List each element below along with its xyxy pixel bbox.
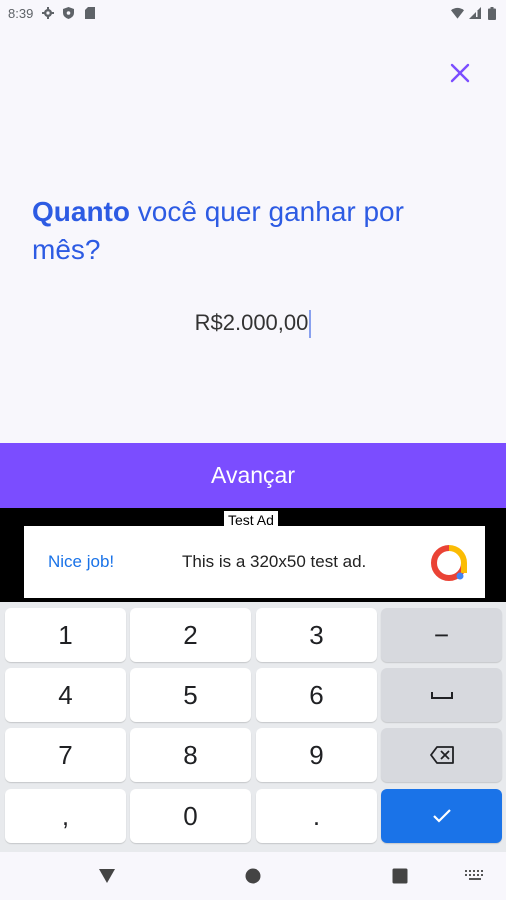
key-3[interactable]: 3	[256, 608, 377, 662]
battery-icon	[485, 6, 498, 20]
ad-body-text: This is a 320x50 test ad.	[182, 552, 367, 571]
amount-input[interactable]: R$2.000,00	[0, 306, 506, 340]
close-icon	[450, 63, 470, 83]
key-space[interactable]	[381, 668, 502, 722]
key-period-label: .	[312, 800, 321, 831]
gear-icon	[41, 7, 54, 20]
key-comma-label: ,	[61, 800, 70, 831]
status-bar: 8:39	[0, 0, 506, 26]
key-5-label: 5	[183, 679, 198, 710]
key-1[interactable]: 1	[5, 608, 126, 662]
back-button[interactable]	[95, 864, 119, 888]
status-right	[451, 6, 498, 20]
backspace-icon	[429, 746, 454, 764]
recents-icon	[392, 868, 408, 884]
status-left: 8:39	[8, 6, 96, 21]
key-comma[interactable]: ,	[5, 789, 126, 843]
advance-button-label: Avançar	[211, 462, 295, 488]
keyboard-switch-icon	[465, 870, 483, 880]
key-minus[interactable]: −	[381, 608, 502, 662]
signal-icon	[468, 7, 481, 20]
key-9[interactable]: 9	[256, 728, 377, 782]
key-minus-label: −	[433, 619, 450, 650]
screen: 8:39 Quanto você quer ganhar por mês? R$…	[0, 0, 506, 900]
key-2-label: 2	[183, 619, 198, 650]
sim-card-icon	[83, 7, 96, 20]
ad-content[interactable]: Nice job! This is a 320x50 test ad.	[24, 526, 485, 598]
key-4-label: 4	[58, 679, 73, 710]
shield-icon	[62, 7, 75, 20]
key-6-label: 6	[309, 679, 324, 710]
text-caret	[309, 310, 312, 339]
ad-banner[interactable]: Nice job! This is a 320x50 test ad. Test…	[0, 508, 506, 602]
navigation-bar	[0, 852, 506, 900]
keyboard-switch-button[interactable]	[463, 864, 487, 888]
admob-logo-icon	[431, 545, 467, 581]
recents-button[interactable]	[388, 864, 412, 888]
amount-value: R$2.000,00	[194, 310, 309, 335]
advance-button[interactable]: Avançar	[0, 443, 506, 508]
close-button[interactable]	[444, 57, 476, 89]
back-icon	[99, 869, 115, 883]
key-0-label: 0	[183, 800, 198, 831]
key-period[interactable]: .	[256, 789, 377, 843]
key-4[interactable]: 4	[5, 668, 126, 722]
test-ad-badge: Test Ad	[224, 511, 278, 530]
check-icon	[432, 809, 451, 823]
key-8-label: 8	[183, 739, 198, 770]
home-icon	[245, 868, 261, 884]
key-5[interactable]: 5	[130, 668, 251, 722]
question-strong: Quanto	[32, 196, 130, 227]
key-3-label: 3	[309, 619, 324, 650]
question-title: Quanto você quer ganhar por mês?	[32, 193, 472, 269]
numeric-keyboard: 1 2 3 − 4 5 6 7 8 9 , 0 .	[0, 602, 506, 852]
key-7[interactable]: 7	[5, 728, 126, 782]
status-time: 8:39	[8, 5, 34, 21]
key-done[interactable]	[381, 789, 502, 843]
key-6[interactable]: 6	[256, 668, 377, 722]
key-8[interactable]: 8	[130, 728, 251, 782]
key-7-label: 7	[58, 739, 73, 770]
key-2[interactable]: 2	[130, 608, 251, 662]
key-0[interactable]: 0	[130, 789, 251, 843]
home-button[interactable]	[241, 864, 265, 888]
key-backspace[interactable]	[381, 728, 502, 782]
wifi-icon	[451, 7, 464, 20]
key-9-label: 9	[309, 739, 324, 770]
ad-nice-text: Nice job!	[48, 552, 115, 571]
space-icon	[430, 692, 453, 699]
key-1-label: 1	[58, 619, 73, 650]
